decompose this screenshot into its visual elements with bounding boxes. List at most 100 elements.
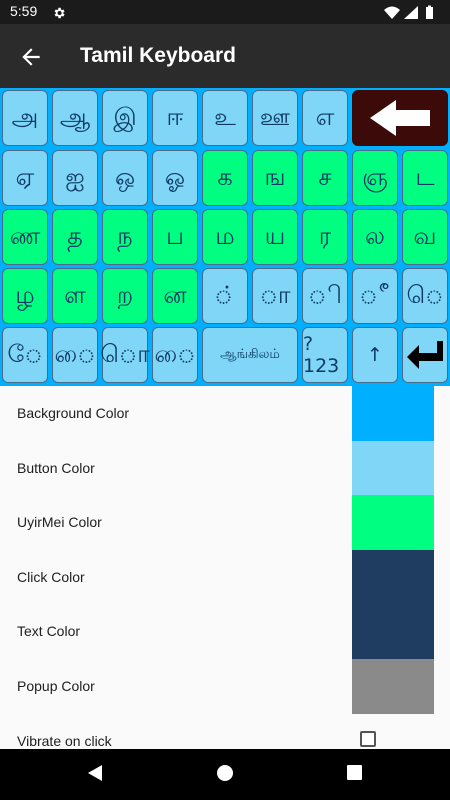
key-label: ய — [264, 221, 286, 250]
key-2-7[interactable]: ல — [352, 209, 398, 265]
nav-home-icon[interactable] — [217, 765, 233, 781]
backspace-key[interactable] — [352, 90, 448, 146]
key-3-7[interactable]: ◌ீ — [352, 268, 398, 324]
key-1-2[interactable]: ஒ — [102, 150, 148, 206]
key-label: ஏ — [15, 162, 35, 191]
color-swatch[interactable] — [352, 440, 434, 496]
key-3-1[interactable]: ள — [52, 268, 98, 324]
key-2-5[interactable]: ய — [252, 209, 298, 265]
key-4-2[interactable]: ◌ொ — [100, 327, 150, 383]
key-3-0[interactable]: ழ — [2, 268, 48, 324]
key-4-5[interactable]: ?123 — [302, 327, 348, 383]
color-swatch[interactable] — [352, 604, 434, 660]
key-label: ஐ — [65, 162, 85, 191]
key-label: ஞ — [362, 162, 388, 191]
color-swatch[interactable] — [352, 549, 434, 605]
navigation-bar — [0, 749, 450, 800]
key-0-5[interactable]: ஊ — [252, 90, 298, 146]
key-label: ஆ — [59, 102, 91, 131]
key-3-6[interactable]: ◌ி — [302, 268, 348, 324]
key-label: ◌ே — [7, 339, 43, 368]
setting-row[interactable]: Click Color — [0, 549, 450, 605]
setting-label: Button Color — [17, 459, 95, 476]
app-bar: Tamil Keyboard — [0, 24, 450, 88]
key-1-7[interactable]: ஞ — [352, 150, 398, 206]
key-3-3[interactable]: ன — [152, 268, 198, 324]
key-1-8[interactable]: ட — [402, 150, 448, 206]
key-2-4[interactable]: ம — [202, 209, 248, 265]
key-label: ↑ — [367, 344, 383, 366]
setting-label: Background Color — [17, 405, 130, 421]
key-label: ண — [9, 221, 41, 250]
vibrate-checkbox[interactable] — [360, 731, 376, 747]
key-label: இ — [113, 102, 137, 131]
key-1-3[interactable]: ஓ — [152, 150, 198, 206]
key-1-1[interactable]: ஐ — [52, 150, 98, 206]
key-label: ன — [163, 280, 187, 309]
key-label: எ — [315, 102, 335, 131]
setting-row[interactable]: UyirMei Color — [0, 495, 450, 551]
key-2-0[interactable]: ண — [2, 209, 48, 265]
nav-back-icon[interactable] — [86, 763, 104, 787]
key-label: ட — [415, 162, 435, 191]
key-3-2[interactable]: ற — [102, 268, 148, 324]
key-0-3[interactable]: ஈ — [152, 90, 198, 146]
status-bar: 5:59 — [0, 0, 450, 24]
key-label: ச — [318, 162, 332, 191]
key-1-5[interactable]: ங — [252, 150, 298, 206]
key-label: ல — [365, 221, 385, 250]
setting-label: Click Color — [17, 568, 85, 585]
key-2-2[interactable]: ந — [102, 209, 148, 265]
key-4-1[interactable]: ◌ை — [52, 327, 98, 383]
status-time: 5:59 — [10, 3, 38, 19]
setting-label: Popup Color — [17, 678, 95, 694]
key-2-8[interactable]: வ — [402, 209, 448, 265]
key-label: ◌ை — [54, 339, 96, 368]
key-label: க — [217, 162, 233, 191]
key-4-6[interactable]: ↑ — [352, 327, 398, 383]
key-3-5[interactable]: ◌ா — [252, 268, 298, 324]
key-label: ?123 — [303, 333, 340, 377]
key-label: ஊ — [259, 102, 291, 131]
key-label: அ — [11, 102, 39, 131]
color-swatch[interactable] — [352, 495, 434, 551]
key-4-4[interactable]: ஆங்கிலம் — [202, 327, 298, 383]
key-2-1[interactable]: த — [52, 209, 98, 265]
key-0-4[interactable]: உ — [202, 90, 248, 146]
enter-arrow-icon — [407, 341, 443, 369]
key-1-6[interactable]: ச — [302, 150, 348, 206]
key-4-0[interactable]: ◌ே — [2, 327, 48, 383]
setting-label: Vibrate on click — [17, 732, 112, 749]
settings-gear-icon — [52, 5, 66, 24]
key-0-1[interactable]: ஆ — [52, 90, 98, 146]
backspace-arrow-icon — [370, 100, 430, 136]
key-label: ப — [166, 221, 184, 250]
setting-row[interactable]: Text Color — [0, 604, 450, 660]
arrow-left-icon[interactable] — [18, 44, 44, 70]
key-1-4[interactable]: க — [202, 150, 248, 206]
key-3-4[interactable]: ◌் — [202, 268, 248, 324]
key-label: உ — [214, 102, 236, 131]
key-label: த — [67, 221, 83, 250]
setting-label: Text Color — [17, 623, 81, 640]
signal-icon — [404, 6, 418, 19]
key-3-8[interactable]: ◌ெ — [402, 268, 448, 324]
setting-label: UyirMei Color — [17, 514, 102, 531]
key-2-6[interactable]: ர — [302, 209, 348, 265]
enter-key[interactable] — [402, 327, 448, 383]
key-label: ங — [264, 162, 286, 191]
key-0-2[interactable]: இ — [102, 90, 148, 146]
key-0-6[interactable]: எ — [302, 90, 348, 146]
key-2-3[interactable]: ப — [152, 209, 198, 265]
setting-row[interactable]: Popup Color — [0, 659, 450, 714]
key-1-0[interactable]: ஏ — [2, 150, 48, 206]
setting-row[interactable]: Button Color — [0, 440, 450, 496]
key-label: ◌ி — [308, 280, 342, 309]
setting-row[interactable]: Background Color — [0, 386, 450, 441]
color-swatch[interactable] — [352, 659, 434, 714]
color-swatch[interactable] — [352, 386, 434, 441]
key-label: ◌ெ — [406, 280, 444, 309]
key-4-3[interactable]: ◌ை — [152, 327, 198, 383]
nav-recent-icon[interactable] — [347, 765, 362, 780]
key-0-0[interactable]: அ — [2, 90, 48, 146]
